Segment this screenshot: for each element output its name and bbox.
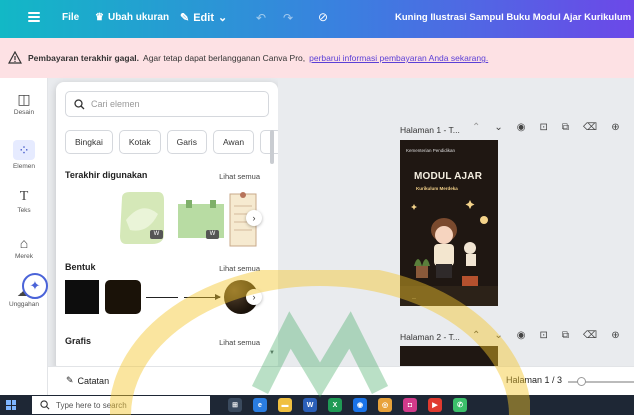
graphics-section-title: Grafis bbox=[65, 336, 92, 346]
chip-boxes[interactable]: Kotak bbox=[118, 130, 161, 154]
page-1-title[interactable]: Halaman 1 - T... bbox=[400, 125, 460, 135]
notes-icon: ✎ bbox=[66, 375, 74, 385]
chevron-right-icon: › bbox=[252, 213, 256, 223]
app-icon[interactable]: ◉ bbox=[353, 398, 367, 412]
panel-scrollbar[interactable] bbox=[270, 130, 274, 164]
edge-icon[interactable]: e bbox=[253, 398, 267, 412]
shapes-section-title: Bentuk bbox=[65, 262, 96, 272]
file-explorer-icon[interactable]: ▬ bbox=[278, 398, 292, 412]
alert-message: Agar tetap dapat berlangganan Canva Pro, bbox=[143, 53, 306, 63]
rail-item-elements[interactable]: ⁘ Elemen bbox=[0, 140, 48, 170]
task-view-icon[interactable]: ⊞ bbox=[228, 398, 242, 412]
word-icon[interactable]: W bbox=[303, 398, 317, 412]
file-menu-button[interactable]: File bbox=[62, 12, 79, 23]
instagram-icon[interactable]: ◘ bbox=[403, 398, 417, 412]
shapes-next-button[interactable]: › bbox=[246, 289, 262, 305]
chevron-down-icon[interactable]: ⌄ bbox=[494, 330, 502, 341]
youtube-icon[interactable]: ▶ bbox=[428, 398, 442, 412]
taskbar-search-input[interactable]: Type here to search bbox=[32, 396, 210, 414]
lock-icon[interactable]: ⊡ bbox=[540, 122, 548, 133]
lock-icon[interactable]: ⊡ bbox=[540, 330, 548, 341]
payment-alert-banner: Pembayaran terakhir gagal. Agar tetap da… bbox=[0, 38, 634, 78]
notes-button[interactable]: ✎ Catatan bbox=[66, 375, 109, 386]
elements-panel: Cari elemen Bingkai Kotak Garis Awan › ▼… bbox=[56, 82, 278, 372]
duplicate-icon[interactable]: ⧉ bbox=[562, 122, 569, 133]
taskbar-apps: ⊞ e ▬ W X ◉ ◎ ◘ ▶ ✆ bbox=[228, 398, 467, 412]
page-2-title[interactable]: Halaman 2 - T... bbox=[400, 332, 460, 342]
trash-icon[interactable]: ⌫ bbox=[583, 122, 597, 133]
editor-topbar: File ♛ Ubah ukuran ✎ Edit ⌄ ↶ ↷ ⊘ Kuning I… bbox=[0, 0, 634, 38]
add-page-icon[interactable]: ⊕ bbox=[611, 330, 619, 341]
zoom-slider-handle[interactable] bbox=[577, 377, 586, 386]
rail-item-design[interactable]: ◫ Desain bbox=[0, 92, 48, 116]
page-2-toolbar: ⌃ ⌄ ◉ ⊡ ⧉ ⌫ ⊕ bbox=[472, 330, 620, 341]
duplicate-icon[interactable]: ⧉ bbox=[562, 330, 569, 341]
chip-frames[interactable]: Bingkai bbox=[65, 130, 113, 154]
alert-title: Pembayaran terakhir gagal. bbox=[28, 53, 140, 63]
chevron-right-icon: › bbox=[252, 292, 256, 302]
side-navigation: ◫ Desain ⁘ Elemen T Teks ⌂ Merek ☁ Ungga… bbox=[0, 78, 48, 395]
rail-item-text[interactable]: T Teks bbox=[0, 189, 48, 215]
shape-arrow-line[interactable] bbox=[184, 294, 221, 300]
brand-icon: ⌂ bbox=[19, 235, 29, 251]
chevron-down-icon: ⌄ bbox=[218, 12, 228, 24]
recent-section-title: Terakhir digunakan bbox=[65, 170, 148, 180]
shapes-see-all-link[interactable]: Lihat semua bbox=[219, 264, 260, 273]
chevron-up-icon[interactable]: ⌃ bbox=[472, 122, 480, 133]
pencil-icon: ✎ bbox=[180, 12, 190, 24]
document-title[interactable]: Kuning Ilustrasi Sampul Buku Modul Ajar … bbox=[395, 12, 634, 23]
shape-square[interactable] bbox=[65, 280, 99, 314]
eye-icon[interactable]: ◉ bbox=[517, 330, 526, 341]
edit-mode-button[interactable]: ✎ Edit ⌄ bbox=[180, 11, 228, 25]
page-1-cover[interactable]: Kementerian Pendidikan MODUL AJAR Kuriku… bbox=[400, 140, 498, 306]
rail-item-brand[interactable]: ⌂ Merek bbox=[0, 236, 48, 260]
warning-icon bbox=[8, 51, 22, 64]
shape-rounded-square[interactable] bbox=[105, 280, 141, 314]
add-page-icon[interactable]: ⊕ bbox=[611, 122, 619, 133]
premium-badge-icon: W bbox=[206, 230, 219, 239]
cover-illustration bbox=[400, 200, 498, 306]
category-chips: Bingkai Kotak Garis Awan › bbox=[65, 130, 278, 154]
redo-icon[interactable]: ↷ bbox=[283, 11, 293, 25]
undo-icon[interactable]: ↶ bbox=[256, 11, 266, 25]
search-placeholder: Cari elemen bbox=[91, 99, 140, 109]
whatsapp-icon[interactable]: ✆ bbox=[453, 398, 467, 412]
page-counter[interactable]: Halaman 1 / 3 bbox=[506, 375, 562, 385]
menu-icon[interactable] bbox=[28, 12, 40, 22]
cover-author-text: — bbox=[412, 295, 416, 300]
resize-button[interactable]: ♛ Ubah ukuran bbox=[95, 12, 169, 23]
chevron-up-icon[interactable]: ⌃ bbox=[472, 330, 480, 341]
search-input[interactable]: Cari elemen bbox=[65, 91, 269, 117]
graphics-see-all-link[interactable]: Lihat semua bbox=[219, 338, 260, 347]
chip-lines[interactable]: Garis bbox=[166, 130, 207, 154]
magic-button[interactable]: ✦ bbox=[22, 273, 48, 299]
page-1-toolbar: ⌃ ⌄ ◉ ⊡ ⧉ ⌫ ⊕ bbox=[472, 122, 620, 133]
shape-line[interactable] bbox=[146, 297, 178, 298]
premium-badge-icon: W bbox=[150, 230, 163, 239]
trash-icon[interactable]: ⌫ bbox=[583, 330, 597, 341]
search-icon bbox=[74, 98, 85, 109]
crown-icon: ♛ bbox=[95, 12, 104, 23]
windows-start-icon[interactable] bbox=[6, 400, 16, 410]
sparkle-icon: ✦ bbox=[29, 278, 41, 293]
recent-next-button[interactable]: › bbox=[246, 210, 262, 226]
chrome-icon[interactable]: ◎ bbox=[378, 398, 392, 412]
editor-footer: ✎ Catatan Halaman 1 / 3 bbox=[48, 366, 634, 395]
search-icon bbox=[40, 400, 50, 410]
scroll-down-icon[interactable]: ▼ bbox=[269, 350, 275, 356]
page-2-preview[interactable] bbox=[400, 346, 498, 366]
recent-element-sticky[interactable] bbox=[176, 190, 226, 248]
shapes-icon: ⁘ bbox=[13, 140, 35, 160]
update-payment-link[interactable]: perbarui informasi pembayaran Anda sekar… bbox=[309, 53, 488, 63]
chip-clouds[interactable]: Awan bbox=[212, 130, 255, 154]
recent-see-all-link[interactable]: Lihat semua bbox=[219, 172, 260, 181]
windows-taskbar: Type here to search ⊞ e ▬ W X ◉ ◎ ◘ ▶ ✆ bbox=[0, 395, 634, 415]
eye-icon[interactable]: ◉ bbox=[517, 122, 526, 133]
excel-icon[interactable]: X bbox=[328, 398, 342, 412]
layout-icon: ◫ bbox=[17, 91, 31, 107]
chevron-down-icon[interactable]: ⌄ bbox=[494, 122, 502, 133]
text-icon: T bbox=[19, 189, 29, 204]
cloud-saved-icon[interactable]: ⊘ bbox=[318, 10, 328, 24]
recent-element-note[interactable] bbox=[118, 190, 164, 248]
